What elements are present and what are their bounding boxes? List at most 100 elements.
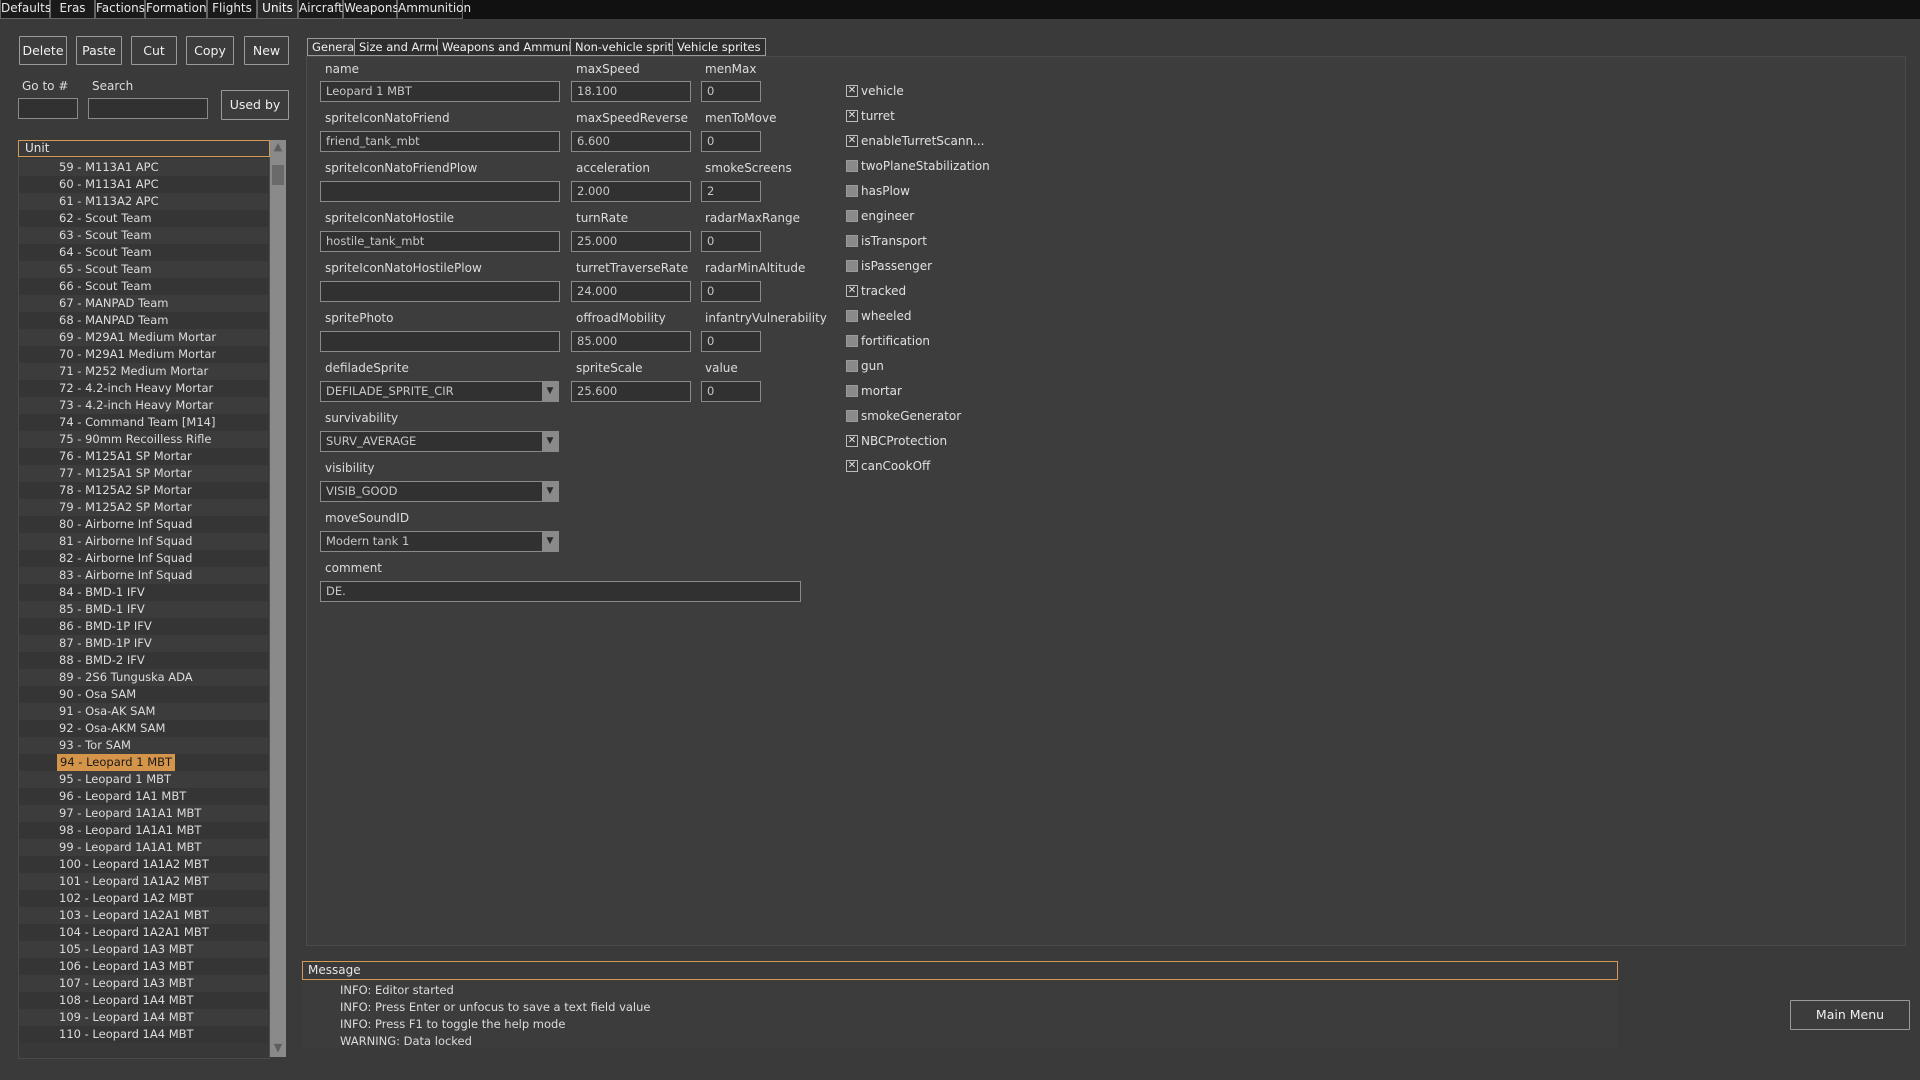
- radar-max-range-field[interactable]: 0: [701, 231, 761, 252]
- list-item[interactable]: 98 - Leopard 1A1A1 MBT: [19, 822, 268, 839]
- comment-field[interactable]: DE.: [320, 581, 801, 602]
- list-item[interactable]: 107 - Leopard 1A3 MBT: [19, 975, 268, 992]
- men-to-move-field[interactable]: 0: [701, 131, 761, 152]
- chevron-down-icon[interactable]: ▼: [542, 532, 558, 551]
- checkbox-checked-icon[interactable]: ✕: [846, 285, 858, 297]
- list-item[interactable]: 93 - Tor SAM: [19, 737, 268, 754]
- list-item[interactable]: 96 - Leopard 1A1 MBT: [19, 788, 268, 805]
- search-input[interactable]: [88, 98, 208, 119]
- scroll-down-icon[interactable]: ▼: [270, 1041, 286, 1055]
- list-item[interactable]: 73 - 4.2-inch Heavy Mortar: [19, 397, 268, 414]
- list-item[interactable]: 77 - M125A1 SP Mortar: [19, 465, 268, 482]
- list-item[interactable]: 108 - Leopard 1A4 MBT: [19, 992, 268, 1009]
- smoke-screens-field[interactable]: 2: [701, 181, 761, 202]
- cut-button[interactable]: Cut: [131, 36, 177, 65]
- menu-defaults[interactable]: Defaults: [0, 0, 51, 19]
- list-item[interactable]: 63 - Scout Team: [19, 227, 268, 244]
- list-item[interactable]: 91 - Osa-AK SAM: [19, 703, 268, 720]
- max-speed-reverse-field[interactable]: 6.600: [571, 131, 691, 152]
- list-item[interactable]: 97 - Leopard 1A1A1 MBT: [19, 805, 268, 822]
- list-item[interactable]: 65 - Scout Team: [19, 261, 268, 278]
- acceleration-field[interactable]: 2.000: [571, 181, 691, 202]
- sprite-icon-nato-friend-field[interactable]: friend_tank_mbt: [320, 131, 560, 152]
- move-sound-id-dropdown[interactable]: Modern tank 1 ▼: [320, 531, 559, 552]
- used-by-button[interactable]: Used by: [221, 90, 289, 120]
- survivability-dropdown[interactable]: SURV_AVERAGE ▼: [320, 431, 559, 452]
- list-item[interactable]: 76 - M125A1 SP Mortar: [19, 448, 268, 465]
- list-item[interactable]: 87 - BMD-1P IFV: [19, 635, 268, 652]
- menu-eras[interactable]: Eras: [50, 0, 95, 19]
- list-item[interactable]: 60 - M113A1 APC: [19, 176, 268, 193]
- list-item[interactable]: 104 - Leopard 1A2A1 MBT: [19, 924, 268, 941]
- list-item[interactable]: 78 - M125A2 SP Mortar: [19, 482, 268, 499]
- list-item[interactable]: 102 - Leopard 1A2 MBT: [19, 890, 268, 907]
- list-item[interactable]: 100 - Leopard 1A1A2 MBT: [19, 856, 268, 873]
- list-item[interactable]: 70 - M29A1 Medium Mortar: [19, 346, 268, 363]
- list-item[interactable]: 67 - MANPAD Team: [19, 295, 268, 312]
- list-item[interactable]: 103 - Leopard 1A2A1 MBT: [19, 907, 268, 924]
- chevron-down-icon[interactable]: ▼: [542, 382, 558, 401]
- list-item[interactable]: 105 - Leopard 1A3 MBT: [19, 941, 268, 958]
- list-item[interactable]: 82 - Airborne Inf Squad: [19, 550, 268, 567]
- list-item[interactable]: 81 - Airborne Inf Squad: [19, 533, 268, 550]
- offroad-mobility-field[interactable]: 85.000: [571, 331, 691, 352]
- list-item[interactable]: 68 - MANPAD Team: [19, 312, 268, 329]
- sprite-icon-nato-hostile-field[interactable]: hostile_tank_mbt: [320, 231, 560, 252]
- list-item[interactable]: 66 - Scout Team: [19, 278, 268, 295]
- menu-weapons[interactable]: Weapons: [343, 0, 399, 19]
- list-item[interactable]: 110 - Leopard 1A4 MBT: [19, 1026, 268, 1043]
- list-item[interactable]: 99 - Leopard 1A1A1 MBT: [19, 839, 268, 856]
- paste-button[interactable]: Paste: [76, 36, 122, 65]
- sprite-icon-nato-hostile-plow-field[interactable]: [320, 281, 560, 302]
- checkbox-checked-icon[interactable]: ✕: [846, 460, 858, 472]
- list-item[interactable]: 89 - 2S6 Tunguska ADA: [19, 669, 268, 686]
- turn-rate-field[interactable]: 25.000: [571, 231, 691, 252]
- list-item[interactable]: 75 - 90mm Recoilless Rifle: [19, 431, 268, 448]
- turret-traverse-rate-field[interactable]: 24.000: [571, 281, 691, 302]
- list-item[interactable]: 79 - M125A2 SP Mortar: [19, 499, 268, 516]
- list-item[interactable]: 90 - Osa SAM: [19, 686, 268, 703]
- new-button[interactable]: New: [244, 36, 289, 65]
- list-item[interactable]: 74 - Command Team [M14]: [19, 414, 268, 431]
- name-field[interactable]: Leopard 1 MBT: [320, 81, 560, 102]
- checkbox-unchecked-icon[interactable]: [846, 410, 858, 422]
- list-item[interactable]: 86 - BMD-1P IFV: [19, 618, 268, 635]
- list-item[interactable]: 59 - M113A1 APC: [19, 159, 268, 176]
- infantry-vulnerability-field[interactable]: 0: [701, 331, 761, 352]
- list-item[interactable]: 109 - Leopard 1A4 MBT: [19, 1009, 268, 1026]
- sprite-icon-nato-friend-plow-field[interactable]: [320, 181, 560, 202]
- list-item[interactable]: 61 - M113A2 APC: [19, 193, 268, 210]
- list-item[interactable]: 85 - BMD-1 IFV: [19, 601, 268, 618]
- list-item[interactable]: 88 - BMD-2 IFV: [19, 652, 268, 669]
- copy-button[interactable]: Copy: [186, 36, 234, 65]
- men-max-field[interactable]: 0: [701, 81, 761, 102]
- list-item[interactable]: 64 - Scout Team: [19, 244, 268, 261]
- menu-aircraft[interactable]: Aircraft: [298, 0, 343, 19]
- checkbox-checked-icon[interactable]: ✕: [846, 135, 858, 147]
- menu-formations[interactable]: Formations: [145, 0, 213, 19]
- list-item[interactable]: 106 - Leopard 1A3 MBT: [19, 958, 268, 975]
- checkbox-checked-icon[interactable]: ✕: [846, 110, 858, 122]
- checkbox-unchecked-icon[interactable]: [846, 260, 858, 272]
- list-item[interactable]: 95 - Leopard 1 MBT: [19, 771, 268, 788]
- scroll-thumb[interactable]: [272, 165, 284, 185]
- scroll-up-icon[interactable]: ▲: [270, 140, 286, 154]
- tab-vehicle-sprites[interactable]: Vehicle sprites: [672, 38, 766, 56]
- checkbox-unchecked-icon[interactable]: [846, 385, 858, 397]
- checkbox-unchecked-icon[interactable]: [846, 360, 858, 372]
- menu-factions[interactable]: Factions: [95, 0, 145, 19]
- radar-min-altitude-field[interactable]: 0: [701, 281, 761, 302]
- checkbox-unchecked-icon[interactable]: [846, 160, 858, 172]
- goto-input[interactable]: [18, 98, 78, 119]
- sprite-photo-field[interactable]: [320, 331, 560, 352]
- menu-units[interactable]: Units: [257, 0, 298, 19]
- list-item[interactable]: 101 - Leopard 1A1A2 MBT: [19, 873, 268, 890]
- chevron-down-icon[interactable]: ▼: [542, 432, 558, 451]
- checkbox-unchecked-icon[interactable]: [846, 185, 858, 197]
- list-item[interactable]: 80 - Airborne Inf Squad: [19, 516, 268, 533]
- list-item[interactable]: 69 - M29A1 Medium Mortar: [19, 329, 268, 346]
- main-menu-button[interactable]: Main Menu: [1790, 1000, 1910, 1030]
- menu-ammunition[interactable]: Ammunition: [397, 0, 471, 19]
- unit-list-scrollbar[interactable]: [270, 140, 286, 1057]
- list-item[interactable]: 62 - Scout Team: [19, 210, 268, 227]
